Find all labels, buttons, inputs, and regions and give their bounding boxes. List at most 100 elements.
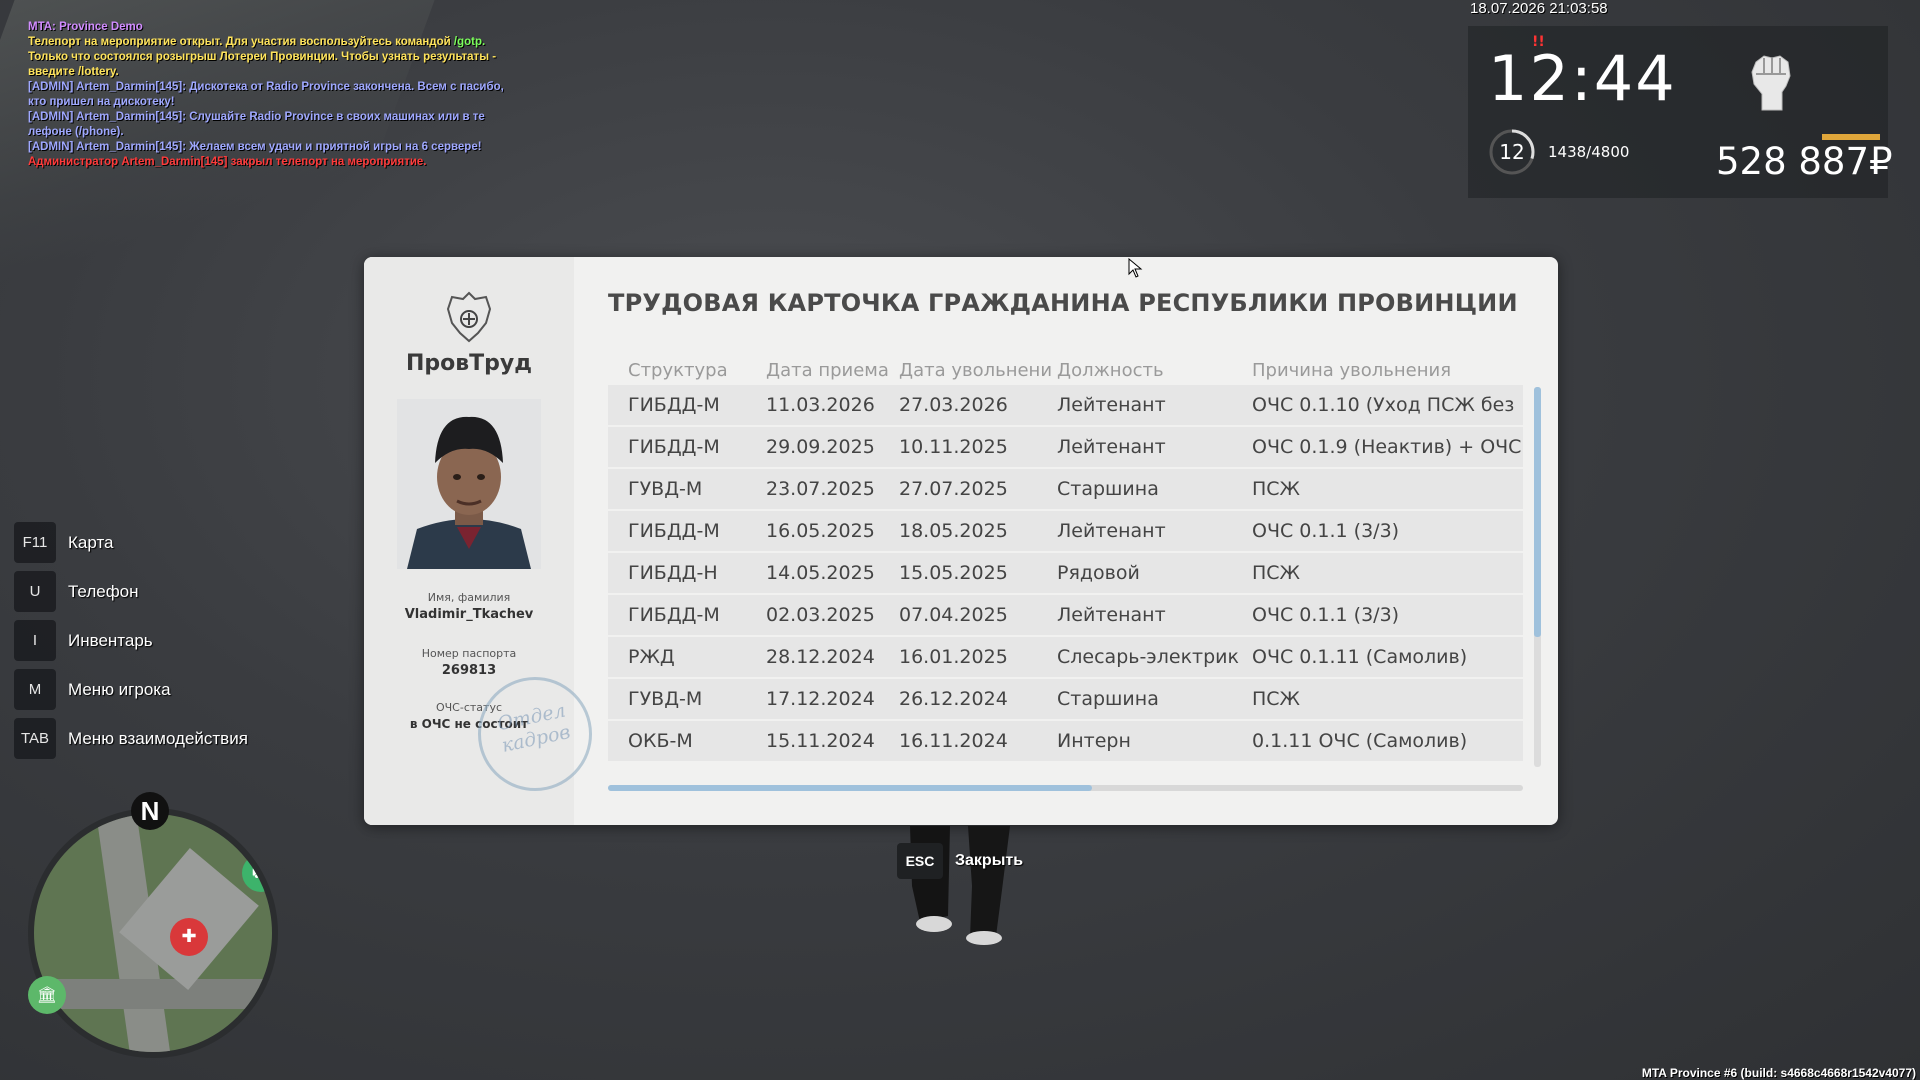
table-cell: 27.07.2025 — [899, 478, 1008, 500]
vertical-scrollbar[interactable] — [1534, 387, 1541, 767]
table-cell: РЖД — [628, 646, 675, 668]
column-header: Причина увольнения — [1252, 359, 1452, 381]
key-badge: I — [14, 620, 56, 661]
table-cell: Старшина — [1057, 688, 1159, 710]
brand-title: ПровТруд — [405, 351, 533, 376]
table-cell: ГИБДД-М — [628, 520, 720, 542]
hospital-icon: ✚ — [170, 918, 208, 956]
hint-inventory[interactable]: I Инвентарь — [14, 616, 248, 665]
table-cell: 18.05.2025 — [899, 520, 1008, 542]
table-cell: ГУВД-М — [628, 478, 703, 500]
table-cell: 16.05.2025 — [766, 520, 875, 542]
key-badge: F11 — [14, 522, 56, 563]
table-row: ГУВД-М 23.07.2025 27.07.2025 Старшина ПСЖ — [608, 469, 1523, 509]
emblem-icon — [446, 291, 492, 343]
chat-line: [ADMIN] Artem_Darmin[145]: Дискотека от … — [28, 81, 504, 108]
table-cell: 0.1.11 ОЧС (Самолив) — [1252, 730, 1468, 752]
card-title: ТРУДОВАЯ КАРТОЧКА ГРАЖДАНИНА РЕСПУБЛИКИ … — [608, 289, 1518, 317]
table-cell: ПСЖ — [1252, 688, 1301, 710]
table-cell: 23.07.2025 — [766, 478, 875, 500]
table-row: ГИБДД-М 16.05.2025 18.05.2025 Лейтенант ОЧС … — [608, 511, 1523, 551]
table-cell: 10.11.2025 — [899, 436, 1008, 458]
car-service-icon: ⛟ — [242, 854, 272, 892]
chat-line: [ADMIN] Artem_Darmin[145]: Слушайте Radi… — [28, 111, 485, 138]
table-header: Структура Дата приема Дата увольнени Дол… — [608, 357, 1523, 383]
chat-line: Только что состоялся розыгрыш Лотереи Пр… — [28, 51, 497, 78]
close-label[interactable]: Закрыть — [955, 852, 1023, 870]
chat-line: Телепорт на мероприятие открыт. Для учас… — [28, 36, 486, 48]
table-cell: 11.03.2026 — [766, 394, 875, 416]
hr-stamp: Отдел кадров — [467, 666, 603, 802]
table-cell: Лейтенант — [1057, 604, 1166, 626]
table-row: ГИБДД-М 29.09.2025 10.11.2025 Лейтенант ОЧС … — [608, 427, 1523, 467]
hint-interaction-menu[interactable]: TAB Меню взаимодействия — [14, 714, 248, 763]
table-cell: ОЧС 0.1.9 (Неактив) + ОЧС — [1252, 436, 1522, 458]
chat-line: MTA: Province Demo — [28, 21, 143, 33]
table-row: ОКБ-М 15.11.2024 16.11.2024 Интерн 0.1.11 ОЧ… — [608, 721, 1523, 761]
column-header: Должность — [1057, 359, 1164, 381]
experience-counter: 1438/4800 — [1548, 143, 1630, 161]
table-row: ГИБДД-М 02.03.2025 07.04.2025 Лейтенант ОЧС … — [608, 595, 1523, 635]
money-balance: 528 887₽ — [1716, 140, 1893, 183]
table-cell: 16.01.2025 — [899, 646, 1008, 668]
table-cell: 16.11.2024 — [899, 730, 1008, 752]
horizontal-scrollbar[interactable] — [608, 785, 1523, 791]
table-row: ГИБДД-Н 14.05.2025 15.05.2025 Рядовой ПСЖ — [608, 553, 1523, 593]
column-header: Структура — [628, 359, 728, 381]
table-cell: 07.04.2025 — [899, 604, 1008, 626]
chat-log: MTA: Province Demo Телепорт на мероприят… — [28, 20, 508, 170]
table-cell: 26.12.2024 — [899, 688, 1008, 710]
fist-icon — [1751, 55, 1791, 111]
table-cell: 17.12.2024 — [766, 688, 875, 710]
table-cell: ПСЖ — [1252, 562, 1301, 584]
table-cell: ГИБДД-М — [628, 436, 720, 458]
mouse-cursor-icon — [1128, 258, 1143, 278]
build-info: MTA Province #6 (build: s4668c4668r1542v… — [1641, 1066, 1916, 1080]
table-cell: Лейтенант — [1057, 436, 1166, 458]
table-cell: ГИБДД-Н — [628, 562, 718, 584]
name-label: Имя, фамилия — [427, 591, 511, 604]
table-cell: ГИБДД-М — [628, 394, 720, 416]
table-row: ГИБДД-М 11.03.2026 27.03.2026 Лейтенант ОЧС … — [608, 385, 1523, 425]
card-sidebar: ПровТруд Имя, фамилия Vladimir_Tkachev Н… — [364, 257, 603, 825]
table-cell: Лейтенант — [1057, 520, 1166, 542]
table-cell: ОЧС 0.1.1 (3/3) — [1252, 520, 1400, 542]
scrollbar-thumb[interactable] — [608, 785, 1092, 791]
north-marker: N — [131, 792, 169, 830]
hint-player-menu[interactable]: M Меню игрока — [14, 665, 248, 714]
chat-command: /gotp. — [453, 36, 486, 48]
table-cell: 28.12.2024 — [766, 646, 875, 668]
key-badge: U — [14, 571, 56, 612]
esc-key[interactable]: ESC — [897, 843, 943, 879]
employment-table: Структура Дата приема Дата увольнени Дол… — [608, 357, 1523, 761]
key-hints: F11 Карта U Телефон I Инвентарь M Меню игрок… — [14, 518, 248, 763]
table-cell: 15.11.2024 — [766, 730, 875, 752]
passport-label: Номер паспорта — [421, 647, 517, 660]
game-clock: 12:44 — [1488, 42, 1677, 115]
close-hint[interactable]: ESC Закрыть — [897, 843, 1023, 879]
hint-label: Меню взаимодействия — [68, 728, 248, 748]
bank-icon: 🏛 — [28, 976, 66, 1014]
scrollbar-thumb[interactable] — [1534, 387, 1541, 637]
player-name: Vladimir_Tkachev — [404, 607, 534, 622]
hint-phone[interactable]: U Телефон — [14, 567, 248, 616]
column-header: Дата приема — [766, 359, 889, 381]
table-cell: Интерн — [1057, 730, 1131, 752]
player-photo — [397, 399, 541, 569]
table-cell: 29.09.2025 — [766, 436, 875, 458]
table-row: РЖД 28.12.2024 16.01.2025 Слесарь-электрик О… — [608, 637, 1523, 677]
table-cell: 15.05.2025 — [899, 562, 1008, 584]
key-badge: TAB — [14, 718, 56, 759]
player-level: 12 — [1499, 140, 1525, 164]
column-header: Дата увольнени — [899, 359, 1053, 381]
table-cell: ПСЖ — [1252, 478, 1301, 500]
table-cell: ОЧС 0.1.10 (Уход ПСЖ без — [1252, 394, 1515, 416]
table-cell: ГИБДД-М — [628, 604, 720, 626]
chat-line: Администратор Artem_Darmin[145] закрыл т… — [28, 156, 427, 168]
table-cell: Рядовой — [1057, 562, 1140, 584]
hint-label: Телефон — [68, 581, 139, 601]
hint-map[interactable]: F11 Карта — [14, 518, 248, 567]
table-cell: ГУВД-М — [628, 688, 703, 710]
table-cell: ОЧС 0.1.11 (Самолив) — [1252, 646, 1468, 668]
table-cell: ОКБ-М — [628, 730, 693, 752]
